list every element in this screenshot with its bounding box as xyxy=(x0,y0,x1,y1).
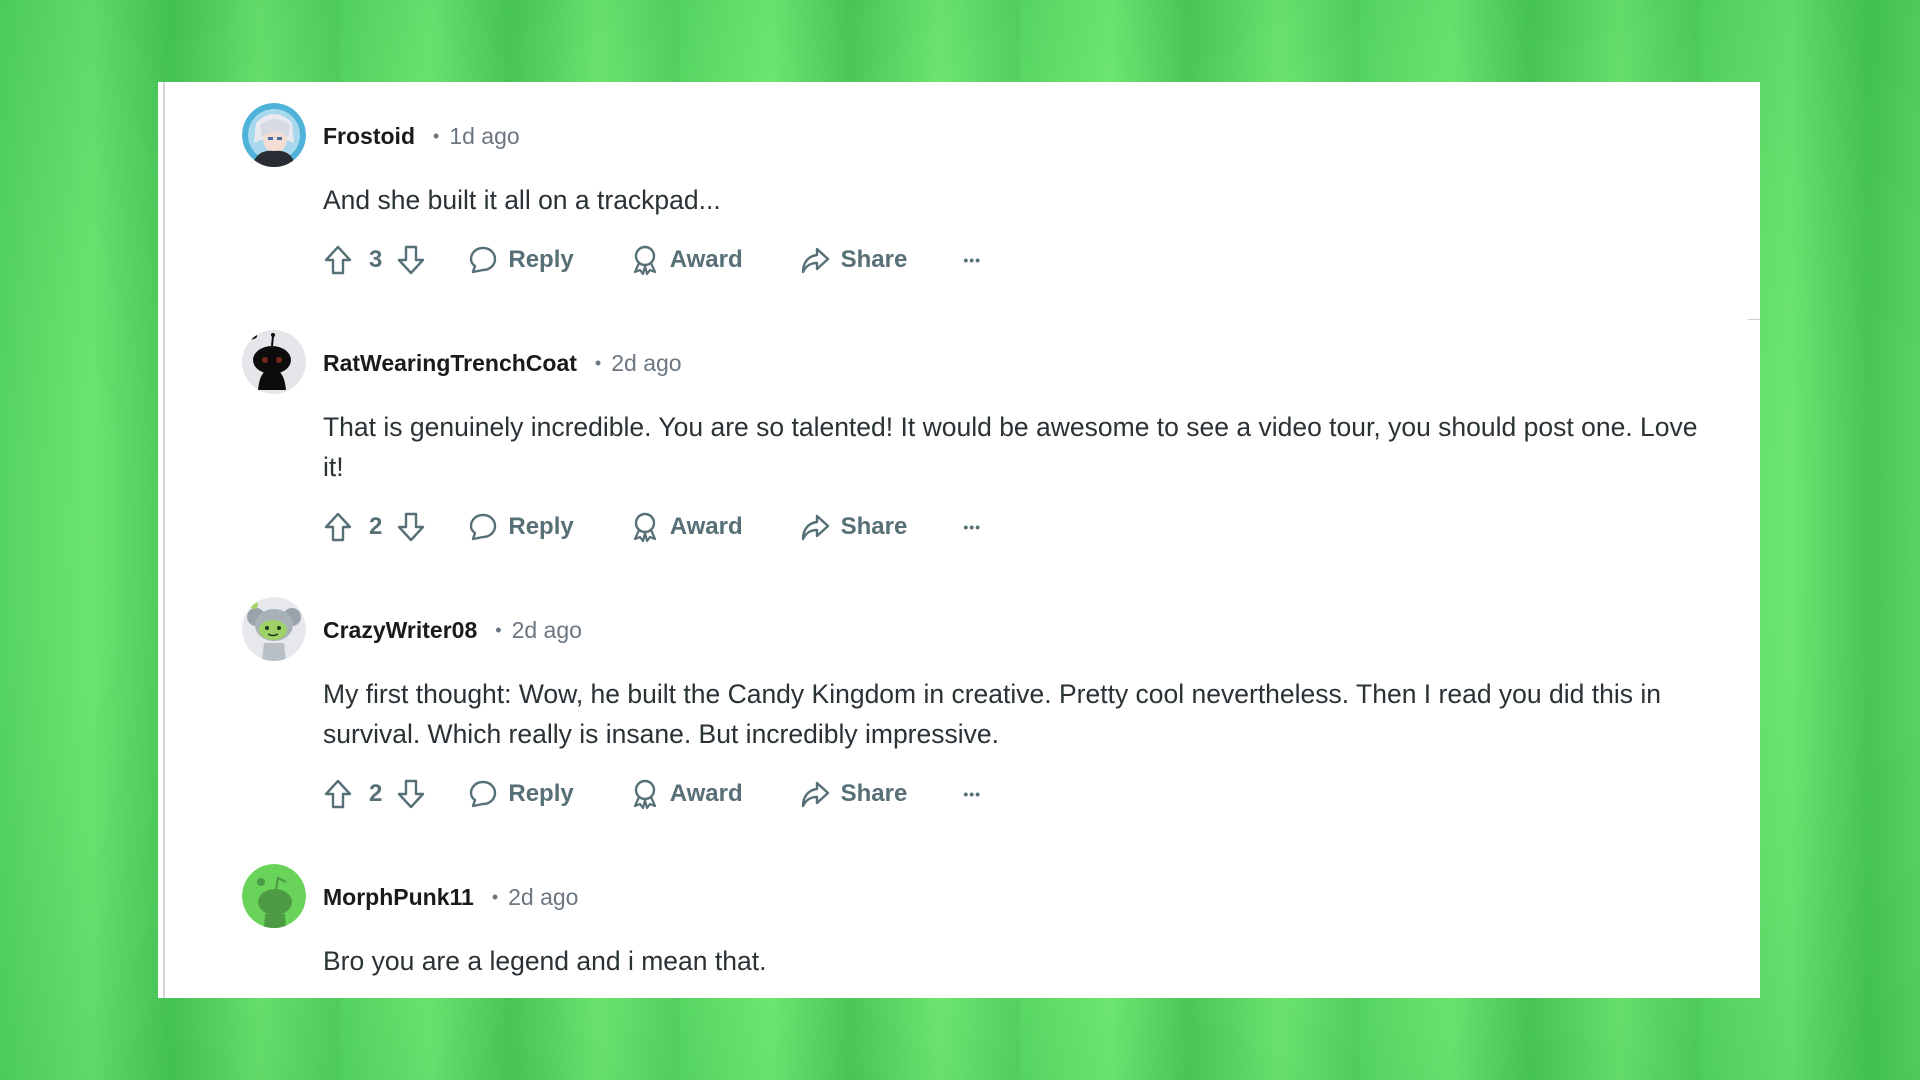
downvote-arrow-icon xyxy=(398,779,425,809)
username[interactable]: CrazyWriter08 xyxy=(323,617,477,644)
speech-bubble-icon xyxy=(470,513,497,541)
avatar[interactable] xyxy=(242,864,306,928)
username[interactable]: Frostoid xyxy=(323,123,415,150)
comment-body: Bro you are a legend and i mean that. xyxy=(323,946,767,976)
thread-line[interactable] xyxy=(163,82,165,998)
award-label: Award xyxy=(669,246,743,273)
koala-snoo-avatar-icon xyxy=(242,597,306,661)
award-ribbon-icon xyxy=(633,779,656,810)
reply-button[interactable]: Reply xyxy=(468,245,574,275)
speech-bubble-icon xyxy=(470,246,497,274)
ellipsis-icon: ••• xyxy=(963,786,982,802)
avatar[interactable] xyxy=(242,330,306,394)
timestamp: 2d ago xyxy=(508,883,579,910)
share-label: Share xyxy=(840,780,908,807)
comment-actions: 3 Reply Award Share ••• xyxy=(323,242,981,278)
share-button[interactable]: Share xyxy=(799,779,908,809)
upvote-arrow-icon xyxy=(324,245,352,275)
share-label: Share xyxy=(840,246,908,273)
timestamp: 2d ago xyxy=(611,349,682,376)
username[interactable]: RatWearingTrenchCoat xyxy=(323,350,577,377)
default-green-snoo-avatar-icon xyxy=(242,864,306,928)
timestamp: 1d ago xyxy=(449,122,520,149)
upvote-arrow-icon xyxy=(324,512,352,542)
more-options-button[interactable]: ••• xyxy=(963,786,981,802)
award-button[interactable]: Award xyxy=(630,511,743,543)
comment-body: That is genuinely incredible. You are so… xyxy=(323,412,1698,482)
reply-label: Reply xyxy=(508,246,574,273)
downvote-arrow-icon xyxy=(398,245,425,275)
downvote-button[interactable] xyxy=(396,511,426,543)
separator-dot: • xyxy=(433,125,440,146)
upvote-arrow-icon xyxy=(324,779,352,809)
share-button[interactable]: Share xyxy=(799,512,908,542)
username[interactable]: MorphPunk11 xyxy=(323,884,474,911)
share-arrow-icon xyxy=(801,781,829,808)
separator-dot: • xyxy=(495,619,502,640)
downvote-button[interactable] xyxy=(396,244,426,276)
comment-actions: 2 Reply Award Share ••• xyxy=(323,509,981,545)
vote-count: 2 xyxy=(369,780,383,807)
comment-body: And she built it all on a trackpad... xyxy=(323,185,721,215)
avatar[interactable] xyxy=(242,103,306,167)
reply-button[interactable]: Reply xyxy=(468,512,574,542)
reply-label: Reply xyxy=(508,780,574,807)
comments-panel: Frostoid • 1d ago And she built it all o… xyxy=(158,82,1760,998)
speech-bubble-icon xyxy=(470,780,497,808)
vote-count: 3 xyxy=(369,246,383,273)
award-ribbon-icon xyxy=(633,245,656,276)
more-options-button[interactable]: ••• xyxy=(963,519,981,535)
downvote-arrow-icon xyxy=(398,512,425,542)
upvote-button[interactable] xyxy=(323,778,353,810)
downvote-button[interactable] xyxy=(396,778,426,810)
share-button[interactable]: Share xyxy=(799,245,908,275)
separator-dot: • xyxy=(491,886,499,907)
share-arrow-icon xyxy=(801,247,829,274)
ellipsis-icon: ••• xyxy=(963,519,982,535)
award-button[interactable]: Award xyxy=(630,244,743,276)
avatar[interactable] xyxy=(242,597,306,661)
award-label: Award xyxy=(669,780,743,807)
timestamp: 2d ago xyxy=(511,616,582,643)
award-button[interactable]: Award xyxy=(630,778,743,810)
anime-character-avatar-icon xyxy=(242,103,306,167)
comment-body: My first thought: Wow, he built the Cand… xyxy=(323,679,1661,749)
comment-actions: 2 Reply Award Share ••• xyxy=(323,776,981,812)
upvote-button[interactable] xyxy=(323,511,353,543)
divider xyxy=(1748,319,1760,320)
black-snoo-avatar-icon xyxy=(242,330,306,394)
share-arrow-icon xyxy=(801,514,829,541)
reply-button[interactable]: Reply xyxy=(468,779,574,809)
ellipsis-icon: ••• xyxy=(963,252,982,268)
separator-dot: • xyxy=(594,352,602,373)
share-label: Share xyxy=(840,513,908,540)
award-label: Award xyxy=(669,513,743,540)
vote-count: 2 xyxy=(369,513,383,540)
upvote-button[interactable] xyxy=(323,244,353,276)
reply-label: Reply xyxy=(508,513,574,540)
more-options-button[interactable]: ••• xyxy=(963,252,981,268)
award-ribbon-icon xyxy=(633,512,656,543)
